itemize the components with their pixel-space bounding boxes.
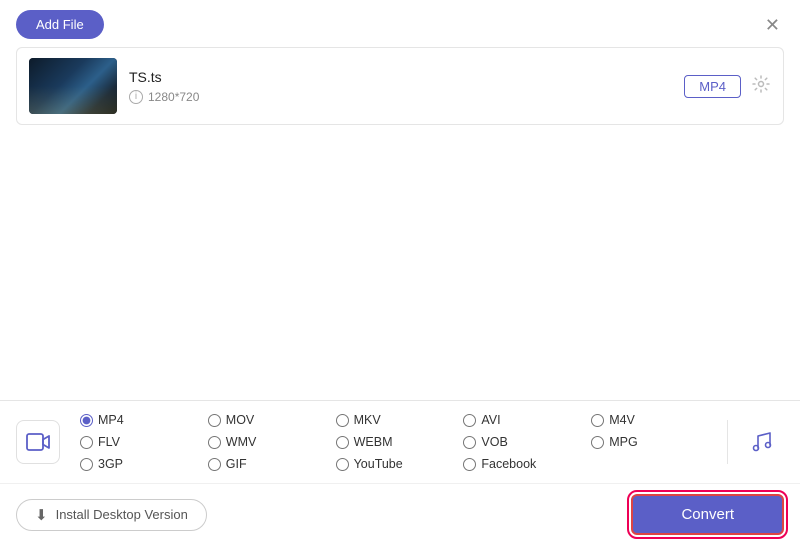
file-info: TS.ts i 1280*720: [117, 69, 684, 104]
format-option-3gp[interactable]: 3GP: [76, 455, 204, 473]
install-desktop-button[interactable]: ⬇ Install Desktop Version: [16, 499, 207, 531]
video-format-icon-box[interactable]: [16, 420, 60, 464]
file-item: TS.ts i 1280*720 MP4: [17, 48, 783, 124]
format-label-vob: VOB: [481, 435, 507, 449]
file-list-area: TS.ts i 1280*720 MP4: [16, 47, 784, 125]
format-divider: [727, 420, 728, 464]
download-icon: ⬇: [35, 506, 48, 524]
format-badge[interactable]: MP4: [684, 75, 741, 98]
top-bar: Add File ✕: [0, 0, 800, 47]
format-label-flv: FLV: [98, 435, 120, 449]
format-option-mpg[interactable]: MPG: [587, 433, 715, 451]
convert-button[interactable]: Convert: [631, 494, 784, 535]
format-label-youtube: YouTube: [354, 457, 403, 471]
format-option-vob[interactable]: VOB: [459, 433, 587, 451]
format-option-avi[interactable]: AVI: [459, 411, 587, 429]
format-label-mkv: MKV: [354, 413, 381, 427]
thumbnail-image: [29, 58, 117, 114]
format-option-mkv[interactable]: MKV: [332, 411, 460, 429]
file-thumbnail: [29, 58, 117, 114]
file-name: TS.ts: [129, 69, 684, 85]
file-resolution: 1280*720: [148, 90, 199, 104]
format-label-avi: AVI: [481, 413, 500, 427]
format-option-mov[interactable]: MOV: [204, 411, 332, 429]
close-button[interactable]: ✕: [761, 14, 784, 36]
file-meta: i 1280*720: [129, 90, 684, 104]
format-option-wmv[interactable]: WMV: [204, 433, 332, 451]
format-option-m4v[interactable]: M4V: [587, 411, 715, 429]
format-option-webm[interactable]: WEBM: [332, 433, 460, 451]
format-option-flv[interactable]: FLV: [76, 433, 204, 451]
info-icon: i: [129, 90, 143, 104]
audio-icon-box[interactable]: [740, 420, 784, 464]
format-label-mov: MOV: [226, 413, 254, 427]
bottom-section: MP4 MOV MKV AVI M4V FLV: [0, 400, 800, 545]
format-label-wmv: WMV: [226, 435, 257, 449]
format-option-gif[interactable]: GIF: [204, 455, 332, 473]
format-option-facebook[interactable]: Facebook: [459, 455, 587, 473]
format-label-3gp: 3GP: [98, 457, 123, 471]
format-label-webm: WEBM: [354, 435, 393, 449]
format-label-m4v: M4V: [609, 413, 635, 427]
add-file-button[interactable]: Add File: [16, 10, 104, 39]
format-bar: MP4 MOV MKV AVI M4V FLV: [0, 401, 800, 484]
format-grid: MP4 MOV MKV AVI M4V FLV: [76, 411, 715, 473]
format-label-mp4: MP4: [98, 413, 124, 427]
file-actions: MP4: [684, 74, 771, 99]
format-option-youtube[interactable]: YouTube: [332, 455, 460, 473]
format-label-gif: GIF: [226, 457, 247, 471]
format-label-facebook: Facebook: [481, 457, 536, 471]
action-bar: ⬇ Install Desktop Version Convert: [0, 484, 800, 545]
format-option-mp4[interactable]: MP4: [76, 411, 204, 429]
format-label-mpg: MPG: [609, 435, 637, 449]
settings-icon[interactable]: [751, 74, 771, 99]
install-label: Install Desktop Version: [56, 507, 188, 522]
